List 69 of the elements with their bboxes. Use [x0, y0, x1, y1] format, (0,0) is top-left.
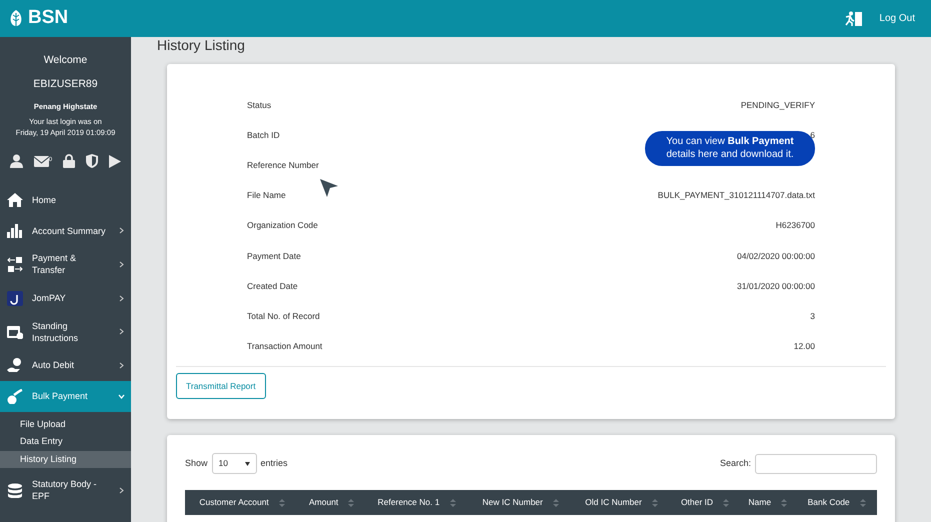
caret-icon	[244, 462, 250, 466]
detail-value: H6236700	[776, 219, 815, 232]
column-header[interactable]: Reference No. 1	[364, 490, 470, 515]
play-icon[interactable]	[109, 154, 122, 168]
show-label: Show	[185, 457, 208, 470]
home-icon	[7, 192, 23, 208]
detail-label: Payment Date	[247, 250, 301, 262]
nav-item[interactable]: Account Summary	[0, 215, 131, 246]
sort-icon[interactable]	[348, 498, 354, 507]
submenu-item[interactable]: File Upload	[0, 416, 131, 434]
sort-icon[interactable]	[552, 498, 559, 507]
search-label: Search:	[720, 457, 751, 470]
detail-label: File Name	[247, 189, 286, 202]
detail-label: Transaction Amount	[247, 340, 322, 353]
sort-icon[interactable]	[781, 498, 788, 507]
nav-item[interactable]: Bulk Payment	[0, 380, 131, 412]
entries-label: entries	[260, 457, 288, 470]
nav-item[interactable]: Auto Debit	[0, 350, 131, 381]
welcome-text: Welcome	[42, 53, 88, 68]
sort-icon[interactable]	[278, 498, 285, 507]
username: EBIZUSER89	[32, 76, 99, 92]
sort-icon[interactable]	[723, 498, 730, 507]
transfer-icon	[7, 256, 23, 272]
jompay-icon	[7, 290, 23, 306]
transmittal-report-button[interactable]: Transmittal Report	[176, 372, 266, 400]
logout-link[interactable]: Log Out	[879, 11, 915, 26]
column-header[interactable]: Name	[739, 490, 796, 515]
column-header[interactable]: Other ID	[670, 490, 740, 515]
column-header[interactable]: Amount	[299, 490, 364, 515]
lock-icon[interactable]	[63, 154, 76, 168]
detail-value: 04/02/2020 00:00:00	[737, 250, 815, 262]
detail-label: Created Date	[247, 280, 298, 293]
nav-item[interactable]: Payment & Transfer	[0, 246, 131, 283]
mail-icon[interactable]	[34, 156, 49, 167]
detail-value: 3	[810, 310, 815, 323]
brand-name: BSN	[28, 6, 68, 30]
column-header[interactable]: Bank Code	[796, 490, 877, 515]
entries-select[interactable]: 10	[212, 453, 257, 474]
detail-value: 31/01/2020 00:00:00	[737, 280, 815, 293]
page-title: History Listing	[157, 37, 246, 54]
sort-icon[interactable]	[860, 498, 866, 507]
detail-label: Status	[247, 98, 272, 112]
exit-icon[interactable]	[845, 10, 864, 26]
detail-label: Total No. of Record	[247, 310, 320, 323]
sort-icon[interactable]	[652, 498, 658, 507]
column-header[interactable]: New IC Number	[469, 490, 572, 515]
nav-item[interactable]: Statutory Body - EPF	[0, 472, 131, 509]
database-icon	[7, 482, 23, 498]
chart-icon	[7, 223, 23, 238]
column-header[interactable]: Old IC Number	[572, 490, 671, 515]
detail-label: Reference Number	[247, 159, 319, 172]
submenu-item[interactable]: History Listing	[0, 450, 131, 468]
user-icon[interactable]	[10, 154, 23, 168]
search-field[interactable]	[755, 454, 877, 474]
detail-value: 6	[810, 128, 815, 142]
detail-value: 12.00	[794, 340, 815, 353]
detail-value: BULK_PAYMENT_310121114707.data.txt	[658, 189, 815, 202]
sort-icon[interactable]	[450, 498, 456, 507]
detail-label: Organization Code	[247, 219, 318, 232]
detail-label: Batch ID	[247, 128, 280, 142]
nav-item[interactable]: Home	[0, 184, 131, 216]
tree-logo-icon	[8, 8, 24, 28]
nav-item[interactable]: JomPAY	[0, 282, 131, 314]
nav-item[interactable]: Standing Instructions	[0, 314, 131, 350]
cursor-icon	[319, 178, 339, 198]
detail-value: PENDING_VERIFY	[740, 98, 815, 112]
column-header[interactable]: Customer Account	[185, 490, 300, 515]
submenu-item[interactable]: Data Entry	[0, 433, 131, 451]
shield-icon[interactable]	[86, 154, 98, 168]
